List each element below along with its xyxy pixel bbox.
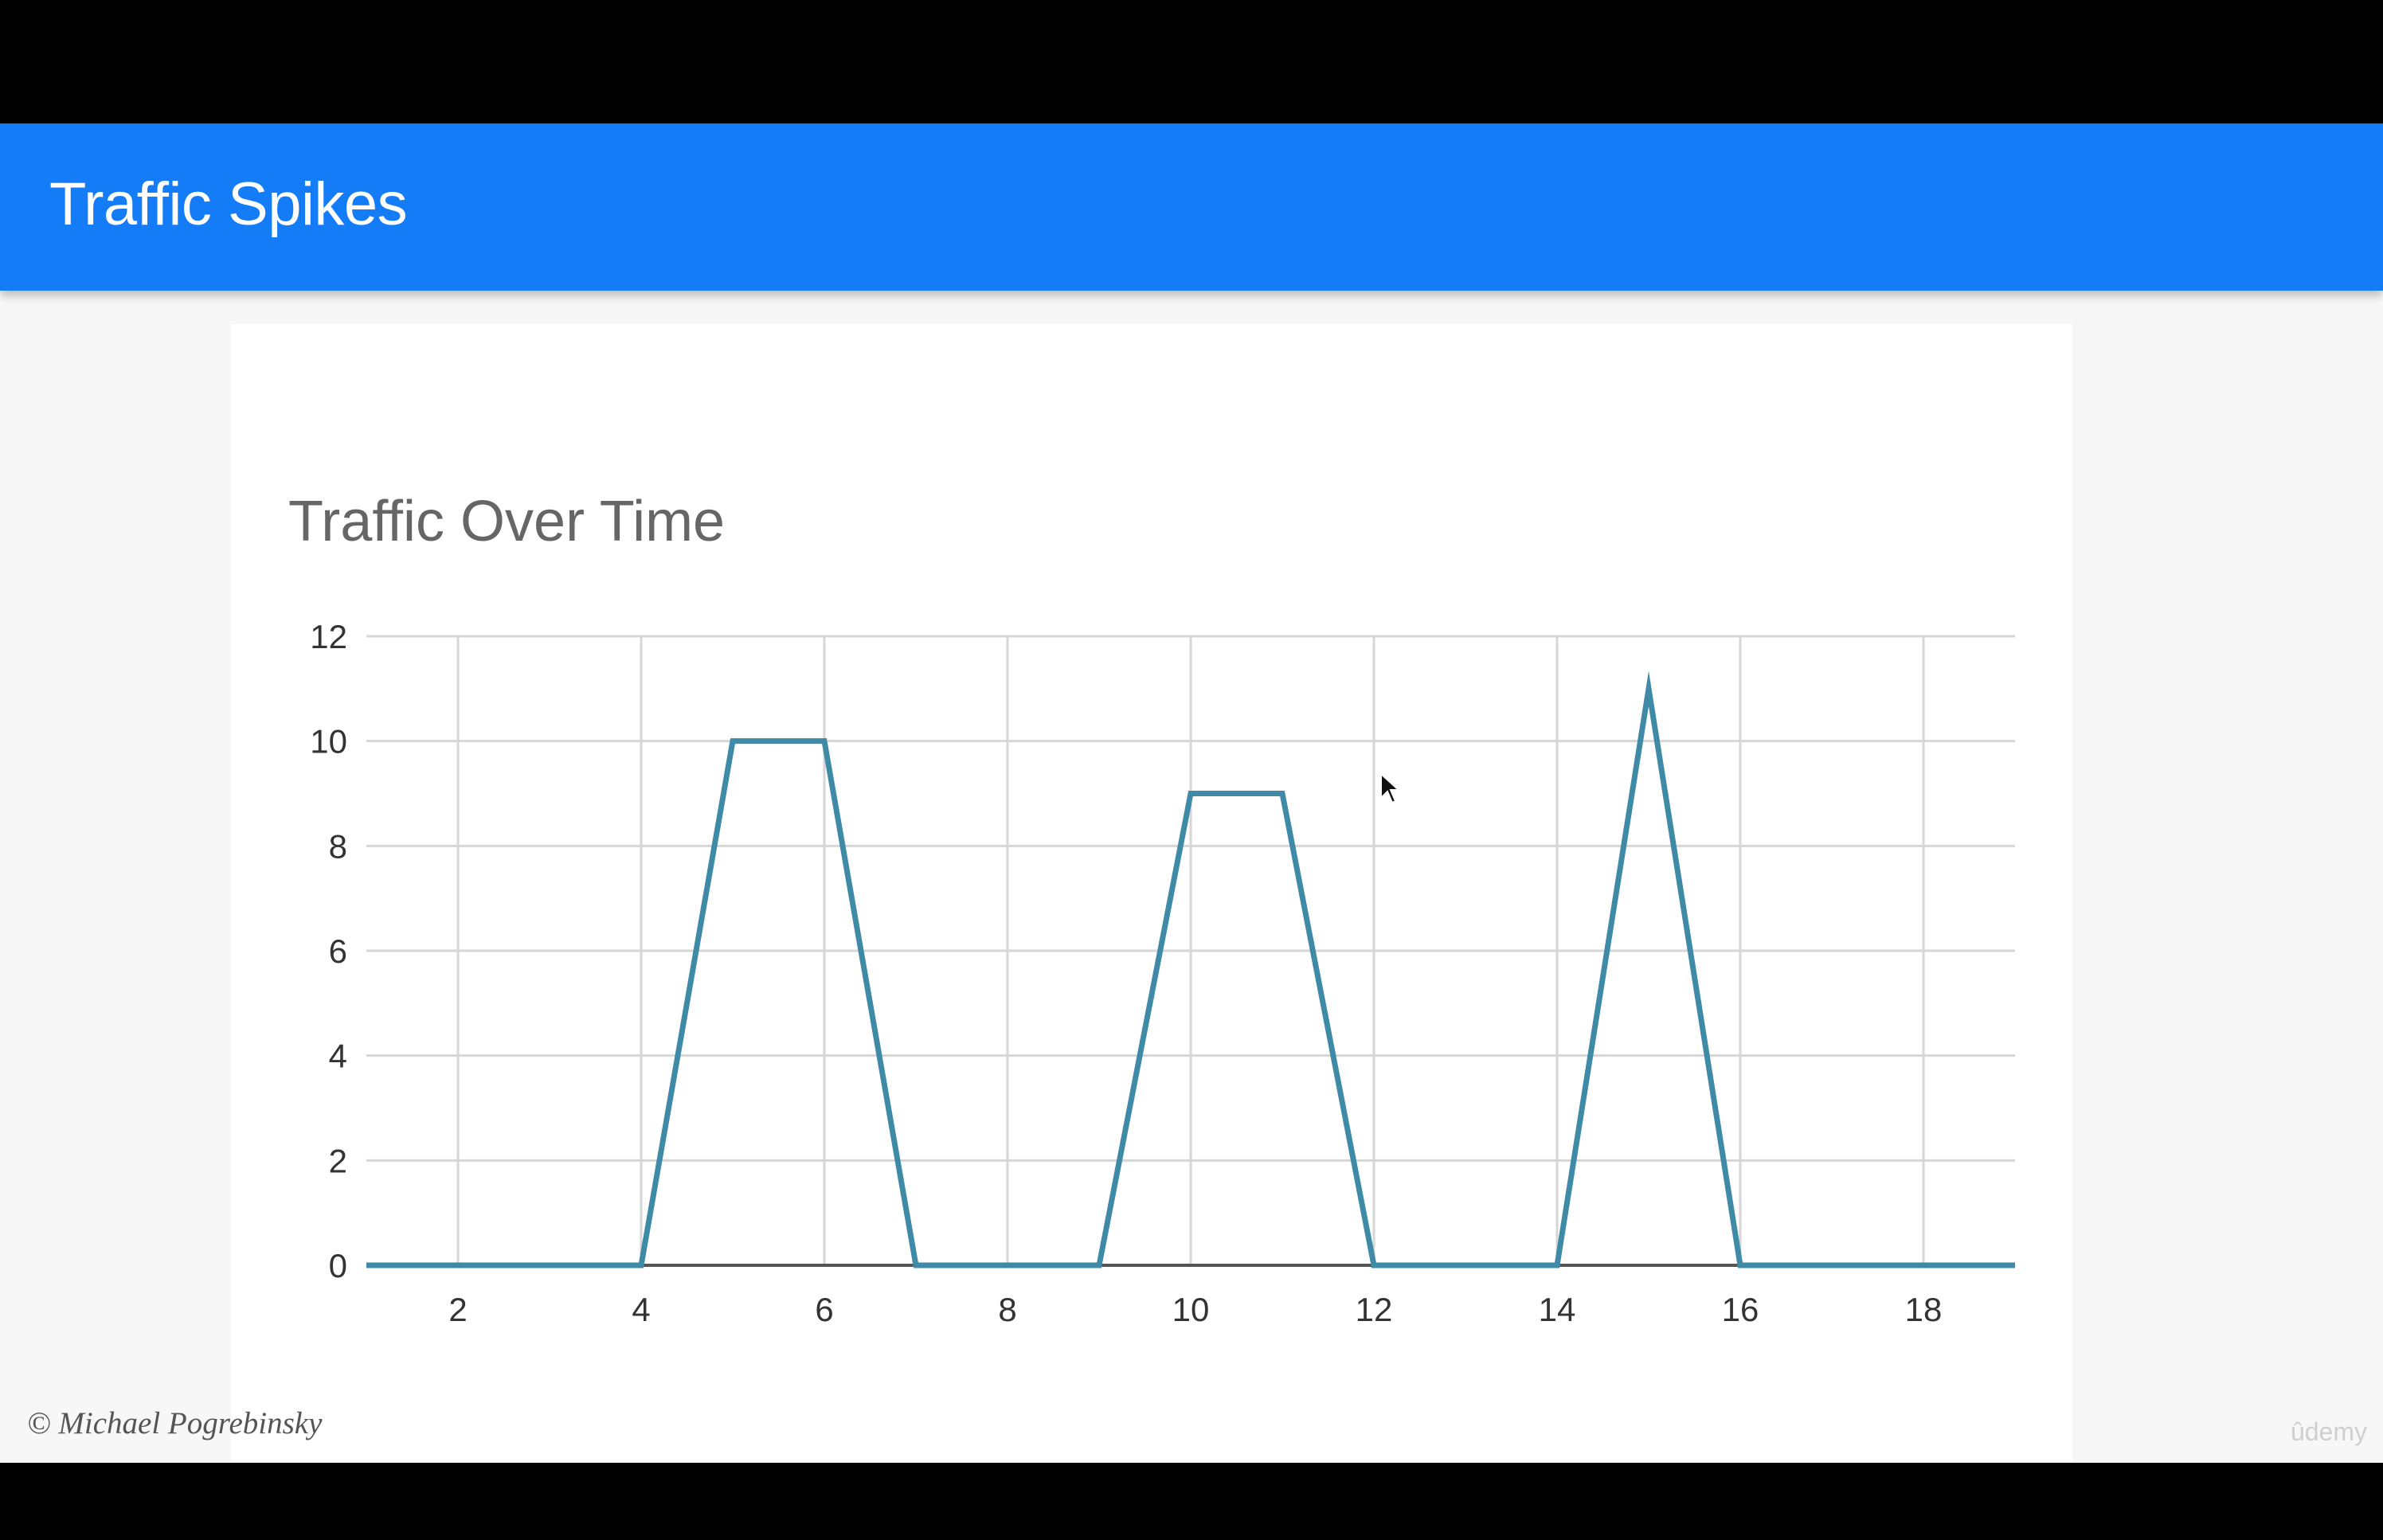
x-tick-label: 8: [998, 1291, 1016, 1328]
tick-labels: 0 2 4 6 8 10 12 2 4 6 8 10 12 14 16 18: [310, 618, 1942, 1328]
udemy-watermark: ûdemy: [2290, 1417, 2367, 1446]
y-tick-label: 6: [329, 932, 347, 970]
y-tick-label: 12: [310, 618, 347, 655]
y-tick-label: 2: [329, 1142, 347, 1179]
chart-title: Traffic Over Time: [288, 490, 725, 553]
x-tick-label: 6: [815, 1291, 833, 1328]
y-tick-label: 0: [329, 1247, 347, 1284]
x-tick-label: 14: [1539, 1291, 1576, 1328]
y-tick-label: 8: [329, 827, 347, 865]
x-tick-label: 12: [1356, 1291, 1393, 1328]
x-tick-label: 4: [632, 1291, 650, 1328]
x-tick-label: 16: [1722, 1291, 1759, 1328]
y-tick-label: 10: [310, 723, 347, 760]
page-title: Traffic Spikes: [49, 170, 408, 238]
mouse-pointer-icon: [1380, 772, 1402, 810]
grid: [366, 635, 2015, 1267]
copyright-text: © Michael Pogrebinsky: [27, 1406, 323, 1440]
line-chart: Traffic Over Time 0 2 4 6 8 10 12 2 4 6 8 10 12 14 16 1…: [288, 490, 2015, 1328]
x-tick-label: 18: [1905, 1291, 1943, 1328]
y-tick-label: 4: [329, 1038, 347, 1075]
header-bar: Traffic Spikes: [0, 123, 2383, 291]
slide: Traffic Spikes Traffic Over Time 0 2 4 6 8 10…: [0, 123, 2383, 1463]
x-tick-label: 10: [1172, 1291, 1210, 1328]
x-tick-label: 2: [448, 1291, 467, 1328]
chart-card: Traffic Over Time 0 2 4 6 8 10 12 2 4 6 8 10 12 14 16 1…: [231, 324, 2072, 1463]
